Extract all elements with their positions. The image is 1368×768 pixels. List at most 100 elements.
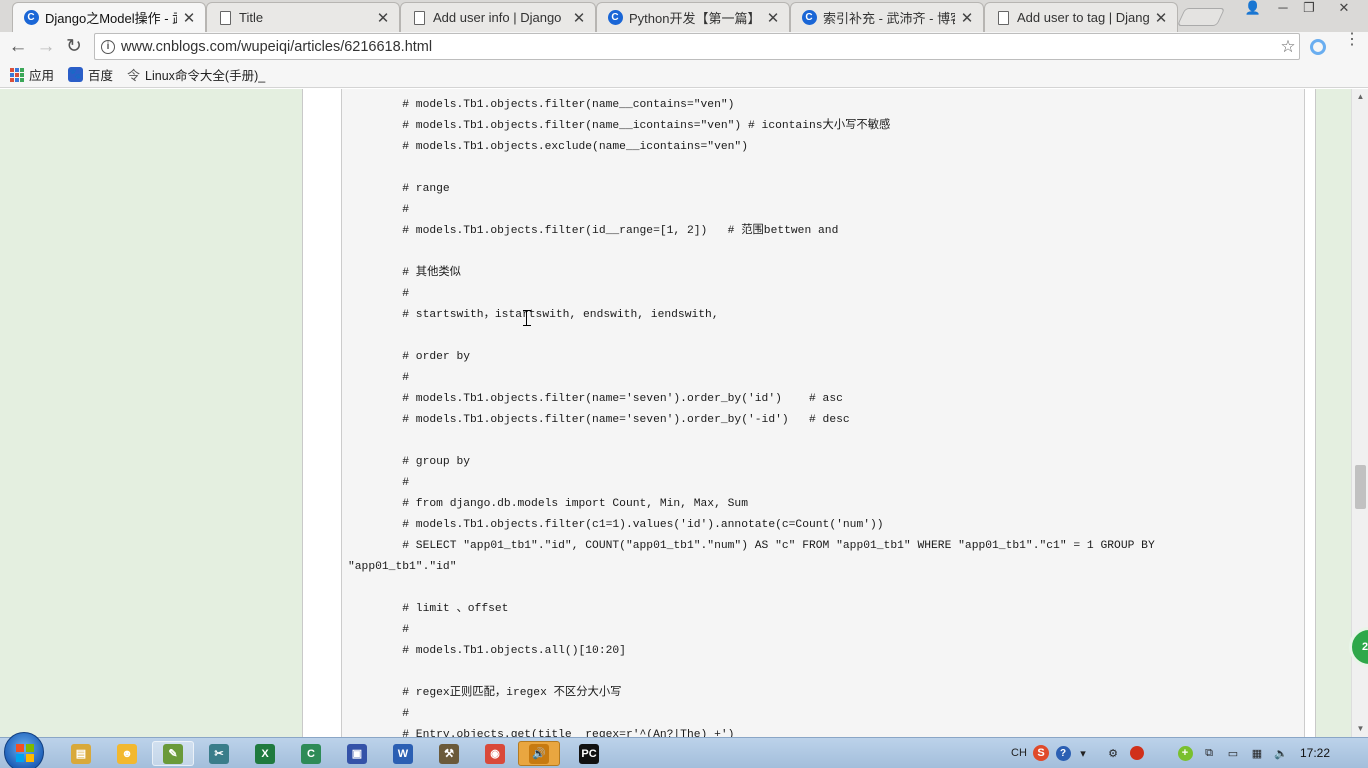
code-line: # range <box>348 183 450 195</box>
code-line: # <box>348 372 410 384</box>
info-icon[interactable]: i <box>101 39 115 54</box>
close-window-button[interactable]: ✕ <box>1326 0 1362 18</box>
scroll-up-arrow-icon[interactable]: ▲ <box>1352 89 1368 105</box>
text-cursor-icon <box>523 310 532 326</box>
tab-python-dev[interactable]: C Python开发【第一篇】 ✕ <box>596 2 790 32</box>
pycharm-icon: PC <box>579 743 599 764</box>
document-icon <box>995 10 1011 26</box>
cnblogs-icon: C <box>607 10 623 26</box>
taskbar-explorer-button[interactable]: ▤ <box>60 741 102 766</box>
taskbar-notepad-button[interactable]: ✎ <box>152 741 194 766</box>
bookmarks-bar: 应用 🐾 百度 令 Linux命令大全(手册)_ <box>0 62 1368 88</box>
close-icon[interactable]: ✕ <box>375 9 391 27</box>
code-line: # models.Tb1.objects.exclude(name__icont… <box>348 141 748 153</box>
document-icon <box>411 10 427 26</box>
tab-index-supplement[interactable]: C 索引补充 - 武沛齐 - 博客 ✕ <box>790 2 984 32</box>
start-button[interactable] <box>4 732 44 768</box>
code-block: # models.Tb1.objects.filter(name__contai… <box>341 89 1305 737</box>
taskbar-excel-button[interactable]: X <box>244 741 286 766</box>
language-indicator[interactable]: CH <box>1010 742 1028 764</box>
reload-button[interactable]: ↻ <box>62 36 86 58</box>
taskbar-tool-button[interactable]: ✂ <box>198 741 240 766</box>
code-line: # Entry.objects.get(title__regex=r'^(An?… <box>348 729 735 737</box>
help-icon[interactable]: ? <box>1054 742 1072 764</box>
bookmark-linux[interactable]: 令 Linux命令大全(手册)_ <box>127 65 265 84</box>
bookmark-star-icon[interactable]: ☆ <box>1277 37 1299 57</box>
bookmark-apps[interactable]: 应用 <box>10 65 54 84</box>
taskbar-pycharm-button[interactable]: PC <box>568 741 610 766</box>
user-icon[interactable]: 👤 <box>1240 0 1266 18</box>
tab-add-user-to-tag[interactable]: Add user to tag | Djang ✕ <box>984 2 1178 32</box>
tab-add-user-info[interactable]: Add user info | Django ✕ <box>400 2 596 32</box>
code-line: # order by <box>348 351 471 363</box>
add-green-icon[interactable]: + <box>1176 742 1194 764</box>
close-icon[interactable]: ✕ <box>765 9 781 27</box>
network-icon[interactable]: ▦ <box>1248 742 1266 764</box>
scroll-down-arrow-icon[interactable]: ▼ <box>1352 721 1368 737</box>
record-icon[interactable] <box>1128 742 1146 764</box>
article-column: # models.Tb1.objects.filter(name__contai… <box>302 89 1316 737</box>
document-icon <box>217 10 233 26</box>
code-line: # regex正则匹配，iregex 不区分大小写 <box>348 687 622 699</box>
code-line: # 其他类似 <box>348 267 461 279</box>
cnblogs-icon: C <box>801 10 817 26</box>
browser-tabstrip: C Django之Model操作 - 武 ✕ Title ✕ Add user … <box>0 0 1368 32</box>
tab-title: Django之Model操作 - 武 <box>45 11 177 26</box>
close-icon[interactable]: ✕ <box>959 9 975 27</box>
forward-button[interactable]: → <box>34 36 58 58</box>
tool-icon: ✂ <box>209 743 229 764</box>
windows-taskbar: ▤ ☻ ✎ ✂ X C ▣ W ⚒ ◉ 🔊 PC CH S ? ▾ ⚙ + ⧉ ▭ ▦ 🔈 17:22 <box>0 732 1368 768</box>
minimize-button[interactable]: ─ <box>1270 0 1296 18</box>
apps-grid-icon <box>10 67 24 82</box>
taskbar-save-button[interactable]: ▣ <box>336 741 378 766</box>
taskbar-audio-button[interactable]: 🔊 <box>518 741 560 766</box>
taskbar-word-button[interactable]: W <box>382 741 424 766</box>
bookmark-baidu[interactable]: 🐾 百度 <box>68 65 113 84</box>
code-line: # group by <box>348 456 471 468</box>
new-tab-button[interactable] <box>1176 8 1226 26</box>
code-line: # <box>348 288 410 300</box>
system-clock[interactable]: 17:22 <box>1300 746 1330 760</box>
tab-title: Add user to tag | Djang <box>1017 10 1149 25</box>
back-button[interactable]: ← <box>6 36 30 58</box>
sogou-icon[interactable]: S <box>1032 742 1050 764</box>
taskbar-editor-button[interactable]: C <box>290 741 332 766</box>
tab-title: Add user info | Django <box>433 10 562 25</box>
monitor-icon[interactable]: ▭ <box>1224 742 1242 764</box>
page-viewport: # models.Tb1.objects.filter(name__contai… <box>0 89 1351 737</box>
tools-icon: ⚒ <box>439 743 459 764</box>
editor-icon: C <box>301 743 321 764</box>
address-bar[interactable]: i www.cnblogs.com/wupeiqi/articles/62166… <box>94 33 1300 60</box>
network-tool-icon[interactable]: ⚙ <box>1104 742 1122 764</box>
code-line: "app01_tb1"."id" <box>348 561 457 573</box>
bookmark-label: Linux命令大全(手册)_ <box>145 69 266 83</box>
disk-icon: ▣ <box>347 743 367 764</box>
code-line: # models.Tb1.objects.filter(name='seven'… <box>348 414 850 426</box>
excel-icon: X <box>255 743 275 764</box>
code-line: # limit 、offset <box>348 603 509 615</box>
extension-icon[interactable] <box>1310 39 1326 55</box>
windows-logo-icon <box>16 744 34 762</box>
chrome-menu-button[interactable]: ⋮ <box>1344 32 1360 48</box>
taskbar-qq-button[interactable]: ☻ <box>106 741 148 766</box>
code-line: # <box>348 477 410 489</box>
volume-icon[interactable]: 🔈 <box>1272 742 1290 764</box>
tab-title: Title <box>239 10 264 25</box>
scrollbar-thumb[interactable] <box>1355 465 1366 509</box>
restore-button[interactable]: ❐ <box>1296 0 1322 18</box>
tab-title-page[interactable]: Title ✕ <box>206 2 400 32</box>
taskbar-chrome-button[interactable]: ◉ <box>474 741 516 766</box>
url-text[interactable]: www.cnblogs.com/wupeiqi/articles/6216618… <box>121 39 1277 55</box>
tab-django-model[interactable]: C Django之Model操作 - 武 ✕ <box>12 2 206 32</box>
bookmark-label: 应用 <box>29 69 55 83</box>
windows-flag-tray-icon[interactable]: ⧉ <box>1200 742 1218 764</box>
code-text[interactable]: # models.Tb1.objects.filter(name__contai… <box>348 95 1155 737</box>
close-icon[interactable]: ✕ <box>571 9 587 27</box>
close-icon[interactable]: ✕ <box>1153 9 1169 27</box>
tray-expand-icon[interactable]: ▾ <box>1076 742 1090 764</box>
close-icon[interactable]: ✕ <box>181 9 197 27</box>
taskbar-tools-button[interactable]: ⚒ <box>428 741 470 766</box>
folder-icon: ▤ <box>71 743 91 764</box>
